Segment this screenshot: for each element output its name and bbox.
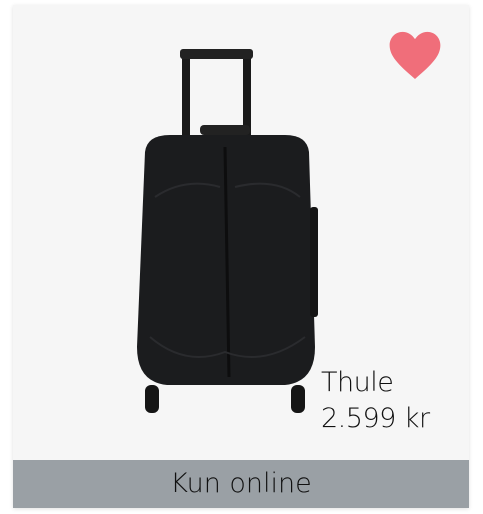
product-price: 2.599 kr — [321, 403, 430, 434]
online-only-badge: Kun online — [13, 460, 469, 508]
product-brand: Thule — [321, 367, 394, 398]
heart-icon[interactable] — [386, 27, 444, 85]
product-card[interactable]: Thule 2.599 kr Kun online — [13, 5, 469, 508]
product-image-suitcase — [137, 49, 318, 413]
